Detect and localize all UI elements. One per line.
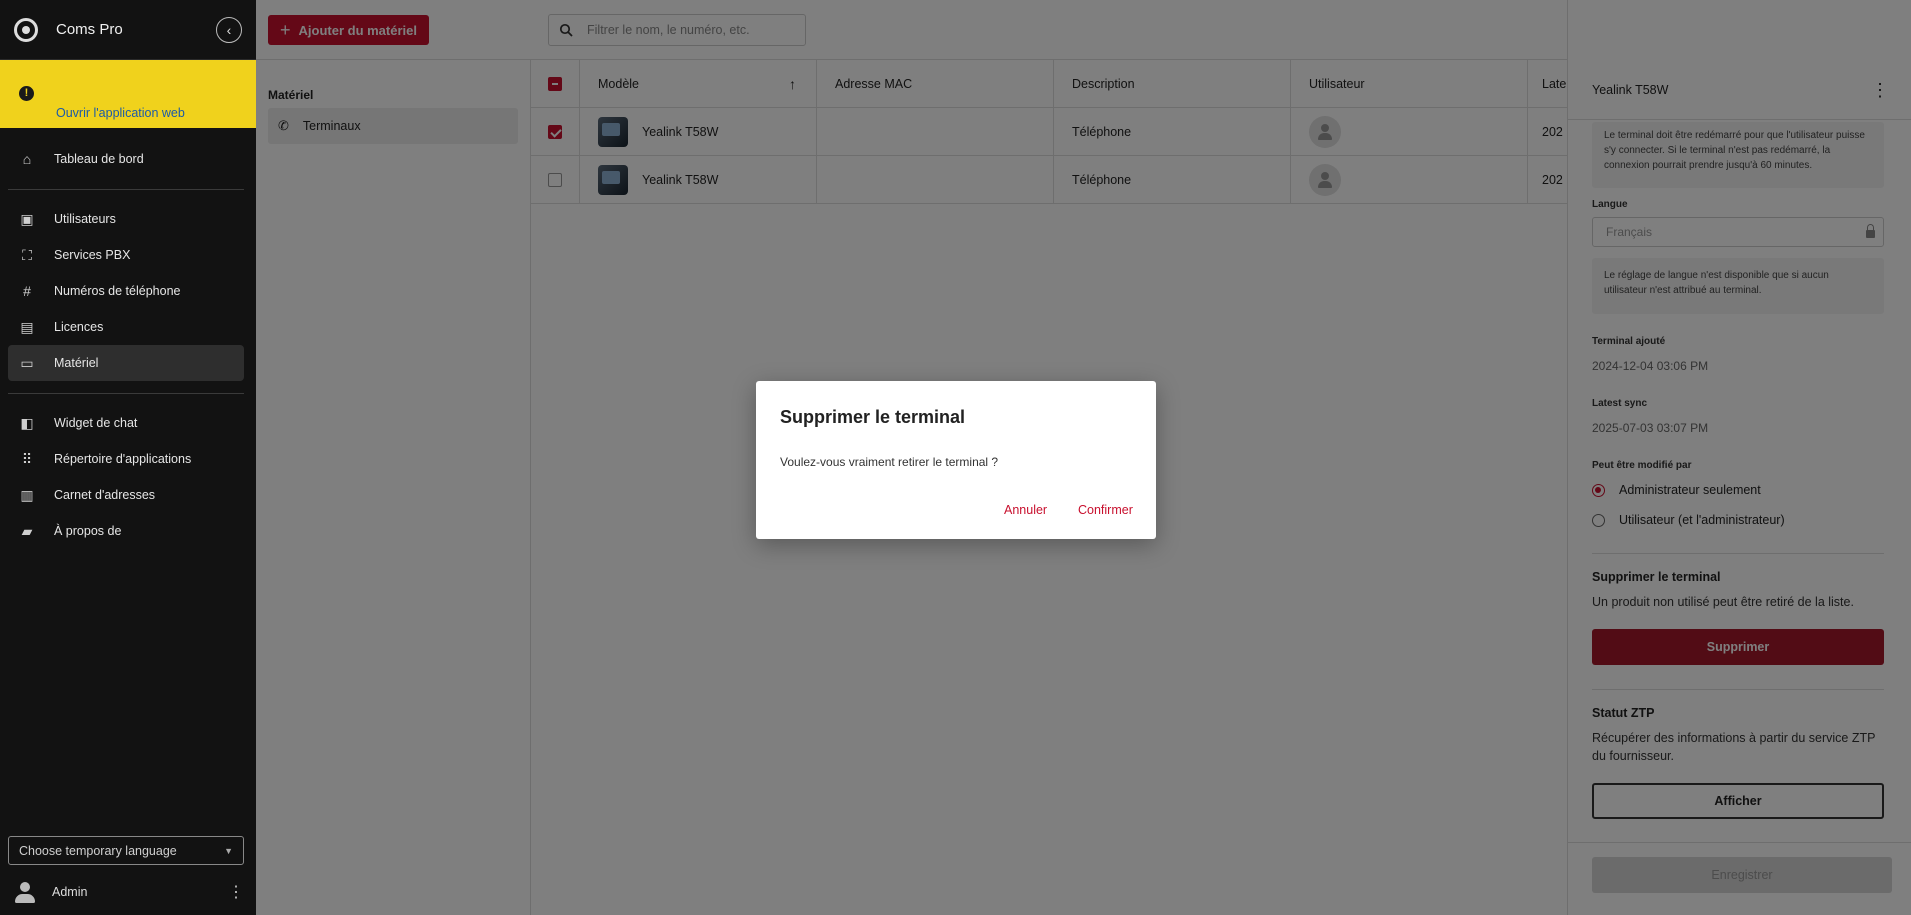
widgets-icon: ◧: [20, 414, 34, 431]
nav-item-licences[interactable]: ▤ Licences: [8, 309, 244, 345]
dialog-title: Supprimer le terminal: [780, 407, 966, 427]
nav-label: Widget de chat: [54, 416, 138, 430]
dropdown-caret-icon: ▼: [224, 845, 233, 856]
app-logo-icon: [14, 17, 38, 42]
nav-label: Utilisateurs: [54, 212, 116, 226]
sidebar: Coms Pro ‹ ! Ouvrir l'application web ⌂ …: [0, 0, 256, 915]
hash-icon: #: [23, 283, 31, 299]
devices-icon: ▭: [20, 354, 34, 371]
nav-item-pbx-services[interactable]: ⛶ Services PBX: [8, 237, 244, 273]
nav-item-dashboard[interactable]: ⌂ Tableau de bord: [8, 141, 244, 177]
nav-label: Matériel: [54, 356, 99, 370]
more-vert-icon[interactable]: ⋮: [228, 882, 244, 902]
language-select-value: Choose temporary language: [19, 843, 177, 858]
web-app-banner: ! Ouvrir l'application web: [0, 60, 256, 128]
open-web-app-link[interactable]: Ouvrir l'application web: [56, 106, 185, 120]
nav-label: Licences: [54, 320, 104, 334]
nav-item-hardware[interactable]: ▭ Matériel: [8, 345, 244, 381]
briefcase-icon: ▰: [21, 522, 33, 539]
app-title: Coms Pro: [56, 21, 123, 38]
dialog-message: Voulez-vous vraiment retirer le terminal…: [780, 455, 999, 469]
id-card-icon: ▤: [20, 318, 34, 335]
alert-icon: !: [19, 86, 34, 101]
nav-item-users[interactable]: ▣ Utilisateurs: [8, 201, 244, 237]
nav-group-1: ⌂ Tableau de bord ▣ Utilisateurs ⛶ Servi…: [8, 141, 244, 549]
nav-item-app-directory[interactable]: ⠿ Répertoire d'applications: [8, 441, 244, 477]
nav-item-phone-numbers[interactable]: # Numéros de téléphone: [8, 273, 244, 309]
hierarchy-icon: ⛶: [22, 246, 32, 263]
nav-label: Répertoire d'applications: [54, 452, 192, 466]
apps-grid-icon: ⠿: [21, 450, 33, 467]
divider: [8, 189, 244, 190]
person-box-icon: ▣: [20, 210, 34, 227]
chevron-left-icon: ‹: [226, 21, 232, 38]
avatar: [14, 881, 36, 903]
nav-item-about[interactable]: ▰ À propos de: [8, 513, 244, 549]
user-row: Admin ⋮: [14, 880, 244, 904]
nav-item-chat-widget[interactable]: ◧ Widget de chat: [8, 405, 244, 441]
cancel-button[interactable]: Annuler: [1004, 503, 1047, 517]
home-icon: ⌂: [22, 151, 32, 167]
confirm-button[interactable]: Confirmer: [1078, 503, 1133, 517]
nav-label: Tableau de bord: [54, 152, 144, 166]
nav-label: Carnet d'adresses: [54, 488, 156, 502]
delete-terminal-dialog: Supprimer le terminal Voulez-vous vraime…: [756, 381, 1156, 539]
nav-label: À propos de: [54, 524, 122, 538]
nav-label: Numéros de téléphone: [54, 284, 181, 298]
contacts-icon: ▥: [20, 486, 34, 503]
divider: [8, 393, 244, 394]
temporary-language-select[interactable]: Choose temporary language ▼: [8, 836, 244, 865]
sidebar-header: Coms Pro ‹: [0, 0, 256, 60]
nav-item-address-book[interactable]: ▥ Carnet d'adresses: [8, 477, 244, 513]
user-name: Admin: [52, 885, 88, 899]
nav-label: Services PBX: [54, 248, 131, 262]
collapse-sidebar-button[interactable]: ‹: [216, 16, 242, 43]
